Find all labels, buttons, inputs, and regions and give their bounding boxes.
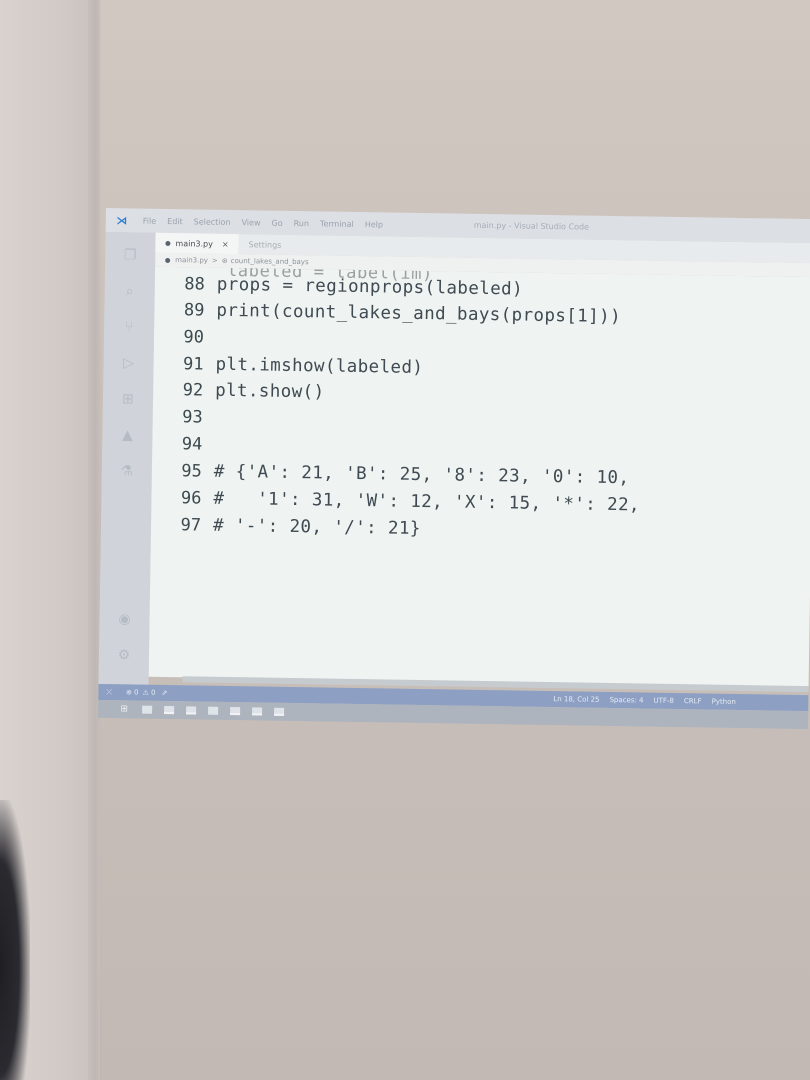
line-number: 93 [182, 407, 203, 428]
code-editor[interactable]: labeled = label(im) 88 props = regionpro… [148, 266, 810, 688]
code-text[interactable]: # {'A': 21, 'B': 25, '8': 23, '0': 10, [214, 462, 630, 489]
taskbar-app-icon[interactable] [186, 706, 197, 715]
python-file-icon [165, 257, 171, 263]
line-number: 90 [183, 327, 205, 348]
errors-count[interactable]: ⊗ 0 [126, 688, 139, 696]
taskbar-app-icon[interactable] [252, 707, 263, 716]
remote-indicator-icon[interactable]: ⤫ [106, 688, 112, 697]
menu-terminal[interactable]: Terminal [320, 219, 354, 229]
line-number: 94 [181, 434, 203, 455]
menu-selection[interactable]: Selection [194, 217, 231, 227]
tab-label: Settings [248, 239, 282, 250]
explorer-icon[interactable]: ❐ [121, 246, 139, 264]
code-text[interactable]: print(count_lakes_and_bays(props[1])) [216, 301, 621, 327]
menu-view[interactable]: View [241, 218, 260, 227]
menu-go[interactable]: Go [271, 218, 282, 227]
account-icon[interactable]: ◉ [115, 610, 133, 628]
code-text[interactable]: props = regionprops(labeled) [217, 275, 523, 300]
line-number: 95 [181, 461, 203, 482]
breadcrumb-symbol[interactable]: count_lakes_and_bays [231, 257, 309, 266]
taskbar-app-icon[interactable] [230, 707, 241, 716]
window-title: main.py - Visual Studio Code [473, 220, 590, 232]
search-icon[interactable]: ⌕ [121, 282, 139, 300]
code-text[interactable]: # '1': 31, 'W': 12, 'X': 15, '*': 22, [213, 489, 640, 516]
tab-main3-py[interactable]: main3.py × [155, 232, 239, 255]
line-ending[interactable]: CRLF [684, 697, 702, 705]
breadcrumb-file[interactable]: main3.py [175, 256, 208, 265]
menu-help[interactable]: Help [365, 220, 383, 229]
python-file-icon [165, 240, 171, 246]
source-control-icon[interactable]: ⑂ [120, 318, 138, 336]
warnings-count[interactable]: ⚠ 0 [142, 689, 155, 697]
line-number: 91 [182, 354, 204, 375]
run-debug-icon[interactable]: ▷ [119, 354, 137, 372]
line-number: 89 [183, 300, 205, 321]
code-text[interactable]: plt.imshow(labeled) [215, 355, 423, 378]
taskbar-app-icon[interactable] [208, 706, 219, 715]
menu-run[interactable]: Run [294, 218, 309, 227]
code-text[interactable]: plt.show() [215, 381, 325, 403]
cursor-position[interactable]: Ln 18, Col 25 [553, 695, 599, 704]
function-symbol-icon: ⊛ [221, 256, 228, 265]
remote-icon[interactable]: ▲ [118, 426, 136, 444]
testing-icon[interactable]: ⚗ [118, 462, 136, 480]
line-number: 92 [182, 380, 204, 401]
line-number: 88 [184, 274, 205, 295]
code-text[interactable]: # '-': 20, '/': 21} [213, 516, 421, 539]
tab-label: main3.py [175, 238, 213, 249]
tab-close-icon[interactable]: × [222, 239, 229, 248]
encoding[interactable]: UTF-8 [653, 697, 674, 705]
taskbar-app-icon[interactable] [164, 705, 175, 715]
windows-start-icon[interactable]: ⊞ [118, 703, 130, 715]
menu-file[interactable]: File [143, 216, 157, 225]
indentation[interactable]: Spaces: 4 [609, 696, 643, 705]
settings-gear-icon[interactable]: ⚙ [115, 646, 133, 664]
activity-bar: ❐ ⌕ ⑂ ▷ ⊞ ▲ ⚗ ◉ ⚙ [98, 231, 156, 685]
dark-object-edge [0, 800, 30, 1080]
extensions-icon[interactable]: ⊞ [119, 390, 137, 408]
line-number: 97 [180, 515, 202, 536]
live-share-icon[interactable]: ⇗ [161, 689, 167, 697]
line-number: 96 [180, 488, 202, 509]
projected-screen: ⋊ File Edit Selection View Go Run Termin… [97, 208, 810, 730]
vscode-taskbar-icon[interactable] [274, 707, 285, 716]
language-mode[interactable]: Python [712, 698, 736, 706]
breadcrumb-separator: > [211, 256, 218, 265]
tab-settings[interactable]: Settings [238, 234, 291, 255]
vscode-logo-icon: ⋊ [116, 213, 128, 227]
task-view-icon[interactable] [142, 705, 153, 714]
menu-edit[interactable]: Edit [167, 216, 183, 225]
